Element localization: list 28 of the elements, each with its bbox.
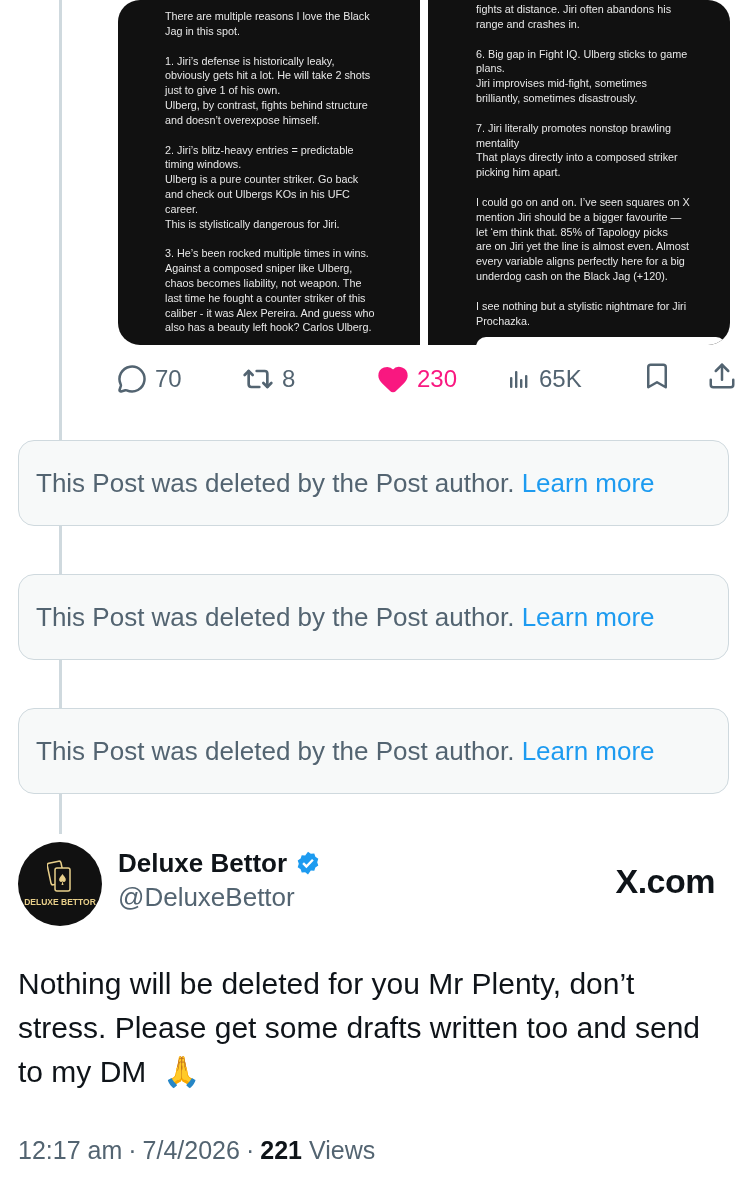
repost-button[interactable]: 8: [242, 361, 377, 397]
source-logo: X.com: [615, 861, 715, 902]
image-paragraph: There are multiple reasons I love the Black Jag in this spot.: [165, 9, 370, 39]
like-button[interactable]: 230: [377, 361, 507, 397]
reply-button[interactable]: 70: [117, 361, 242, 397]
image-paragraph: fights at distance. Jiri often abandons his range and crashes in.: [476, 2, 672, 32]
separator-dot: ·: [245, 1135, 255, 1166]
image-paragraph: I could go on and on. I’ve seen squares on X mention Jiri should be a bigger favourite — let ‘em think that. 85% of Tapology picks are on Jiri yet the line is almost even. Almost every variable aligns perfectly here for a big underdog cash on the Black Jag (+120).: [476, 194, 690, 284]
views-button[interactable]: 65K: [507, 361, 642, 397]
deleted-notice-text: This Post was deleted by the Post author. Learn more: [36, 734, 655, 768]
deleted-notice-text: This Post was deleted by the Post author. Learn more: [36, 600, 655, 634]
deleted-notice-text: This Post was deleted by the Post author. Learn more: [36, 466, 655, 500]
post-text: Nothing will be deleted for you Mr Plenty, don’t stress. Please get some drafts written too and send to my DM 🙏: [18, 966, 702, 1090]
author-handle[interactable]: @DeluxeBettor: [118, 880, 322, 914]
views-label: Views: [308, 1135, 376, 1166]
avatar-logo-text: DELUXE BETTOR: [24, 895, 96, 909]
separator-dot: ·: [128, 1135, 137, 1166]
avatar[interactable]: DELUXE BETTOR: [18, 842, 102, 926]
image-paragraph: 7. Jiri literally promotes nonstop brawling mentality That plays directly into a composed striker picking him apart.: [476, 120, 678, 180]
image-paragraph: 3. He’s been rocked multiple times in wins. Against a composed sniper like Ulberg, chaos becomes liability, not weapon. The last time he fought a counter striker of this caliber - it was Alex Pereira. And guess who also has a beauty left hook? Carlos Ulberg.: [165, 246, 375, 336]
post-date: 7/4/2026: [142, 1135, 240, 1166]
image-paragraph: I see nothing but a stylistic nightmare for Jiri Prochazka.: [476, 298, 687, 329]
image-paragraph: 1. Jiri’s defense is historically leaky, obviously gets hit a lot. He will take 2 shots just to give 1 of his own. Ulberg, by contrast, fights behind structure and doesn’t overexpose himself.: [165, 53, 371, 128]
post-time: 12:17 am: [18, 1135, 123, 1166]
author-name[interactable]: Deluxe Bettor: [118, 846, 288, 880]
image-paragraph: 6. Big gap in Fight IQ. Ulberg sticks to game plans. Jiri improvises mid-fight, sometimes brilliantly, sometimes disastrously.: [476, 46, 688, 106]
view-count: 221: [260, 1135, 302, 1166]
image-paragraph: 2. Jiri’s blitz-heavy entries = predictable timing windows. Ulberg is a pure counter striker. Go back and check out Ulbergs KOs in his UFC career. This is stylistically dangerous for Jiri.: [165, 142, 359, 232]
